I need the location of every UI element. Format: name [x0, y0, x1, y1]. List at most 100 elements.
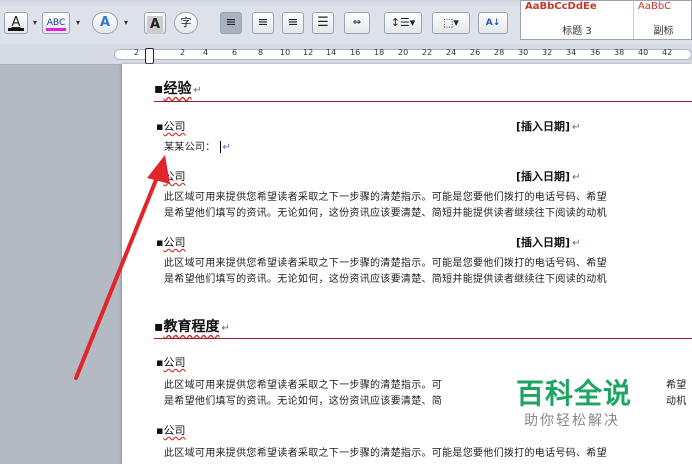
paragraph-mark: ↵	[193, 85, 202, 96]
ruler-tick-label: 14	[326, 48, 337, 57]
enclose-char-button[interactable]: 字	[174, 12, 198, 34]
ruler-tick-label: 20	[398, 48, 409, 57]
line-spacing-button[interactable]: ↕☰▾	[384, 12, 422, 34]
ruler-tick-label: 12	[303, 48, 314, 57]
ruler-tick-label: 2	[180, 48, 186, 57]
job-body-label: 某某公司：	[164, 142, 216, 153]
ruler-tick-label: 32	[542, 48, 553, 57]
align-right-button[interactable]: ≡	[282, 12, 304, 34]
job-date: [插入日期] ↵	[516, 120, 581, 133]
distributed-align-icon: ⇔	[352, 17, 362, 28]
ruler-tick-label: 24	[446, 48, 457, 57]
school-description-line: 是希望他们填写的资讯。无论如何，这份资讯应该要清楚、简	[164, 396, 443, 407]
school-description-line: 此区域可用来提供您希望读者采取之下一步骤的清楚指示。可	[164, 380, 443, 391]
section-heading-education: ▪教育程度 ↵	[154, 319, 230, 335]
distributed-align-button[interactable]: ⇔	[344, 12, 370, 34]
style-heading3-preview: AaBbCcDdEe	[525, 1, 597, 12]
section-divider	[154, 101, 692, 102]
watermark-title: 百科全说	[516, 377, 633, 410]
justify-button[interactable]: ☰	[312, 12, 334, 34]
job-company: ▪公司	[156, 170, 186, 183]
watermark-subtitle: 助你轻松解决	[524, 413, 620, 429]
job-date: [插入日期] ↵	[516, 170, 581, 183]
align-center-icon: ≡	[257, 15, 269, 30]
ruler-tick-label: 30	[518, 48, 529, 57]
school-company: ▪公司	[156, 356, 186, 369]
job-company-label: 公司	[163, 120, 186, 133]
job-description-line: 此区域可用来提供您希望读者采取之下一步骤的清楚指示。可能是您要他们拨打的电话号码…	[164, 258, 607, 269]
job-date-label: [插入日期]	[516, 236, 571, 249]
job-company-label: 公司	[163, 236, 186, 249]
style-subtitle-label: 副标	[653, 26, 674, 37]
school-description-line: 此区域可用来提供您希望读者采取之下一步骤的清楚指示。可能是您要他们拨打的电话号码…	[164, 448, 607, 459]
ribbon-toolbar: A ▾ ABC ▾ A ▾ A 字 ≡ ≡ ≡ ☰ ⇔ ↕☰▾ ⬚▾ A↓ Aa…	[0, 0, 692, 45]
borders-icon: ⬚▾	[443, 16, 459, 29]
horizontal-ruler[interactable]: 2 2 4 6 8 10 12 14 16 18 20 22 24 26 28 30 32 34 36 38 40 42	[0, 44, 692, 65]
style-subtitle[interactable]: AaBbC 副标	[634, 1, 692, 39]
ruler-tick-label: 26	[470, 48, 481, 57]
job-date-label: [插入日期]	[516, 120, 571, 133]
char-shading-glyph: A	[147, 16, 163, 34]
document-page[interactable]: ▪经验 ↵ ▪公司 [插入日期] ↵ 某某公司： ↵ ▪公司 [插入日期] ↵ 此区域可…	[122, 64, 692, 464]
job-company: ▪公司	[156, 120, 186, 133]
school-description-tail: 希望	[666, 380, 687, 391]
job-company-label: 公司	[163, 170, 186, 183]
ruler-tick-label: 34	[566, 48, 577, 57]
job-description-line: 是希望他们填写的资讯。无论如何，这份资讯应该要清楚、简短并能提供读者继续往下阅读…	[164, 274, 607, 285]
align-right-icon: ≡	[287, 15, 299, 30]
ruler-tick-label: 6	[232, 48, 238, 57]
highlight-button[interactable]: ABC	[42, 12, 70, 34]
line-spacing-icon: ↕☰▾	[390, 16, 416, 29]
font-color-swatch	[8, 28, 24, 31]
paragraph-mark: ↵	[221, 323, 230, 334]
job-company: ▪公司	[156, 236, 186, 249]
enclose-char-glyph: 字	[180, 16, 192, 29]
indent-marker-handle[interactable]	[145, 48, 154, 64]
font-color-button[interactable]: A	[4, 12, 28, 34]
highlight-dropdown-icon[interactable]: ▾	[72, 12, 84, 34]
ruler-tick-label: 36	[590, 48, 601, 57]
style-heading3[interactable]: AaBbCcDdEe 标题 3	[521, 1, 634, 39]
section-experience-title: 经验	[163, 81, 192, 97]
text-effect-glyph: A	[99, 15, 111, 30]
ruler-tick-label: 42	[662, 48, 673, 57]
job-date: [插入日期] ↵	[516, 236, 581, 249]
job-description-line: 是希望他们填写的资讯。无论如何，这份资讯应该要清楚、简短并能提供读者继续往下阅读…	[164, 208, 607, 219]
align-left-icon: ≡	[225, 15, 237, 30]
ruler-tick-label: 22	[422, 48, 433, 57]
section-education-title: 教育程度	[163, 319, 220, 335]
watermark: 百科全说 助你轻松解决	[504, 370, 664, 432]
school-description-tail: 动机	[666, 396, 687, 407]
school-company-label: 公司	[163, 424, 186, 437]
ruler-tick-label: 16	[350, 48, 361, 57]
ruler-tick-label: 40	[638, 48, 649, 57]
char-shading-button[interactable]: A	[144, 12, 166, 34]
font-color-dropdown-icon[interactable]: ▾	[29, 12, 41, 34]
align-center-button[interactable]: ≡	[252, 12, 274, 34]
ruler-tick-label: 18	[374, 48, 385, 57]
style-heading3-label: 标题 3	[562, 26, 592, 37]
job-description-line: 此区域可用来提供您希望读者采取之下一步骤的清楚指示。可能是您要他们拨打的电话号码…	[164, 192, 607, 203]
text-effect-button[interactable]: A	[92, 12, 118, 34]
section-heading-experience: ▪经验 ↵	[154, 81, 202, 97]
align-left-button[interactable]: ≡	[220, 12, 242, 34]
ruler-tick-label: 8	[258, 48, 264, 57]
highlight-swatch	[46, 28, 66, 31]
ruler-tick-label: 28	[494, 48, 505, 57]
text-cursor	[219, 141, 221, 153]
sort-button[interactable]: A↓	[478, 12, 508, 34]
job-body-text[interactable]: 某某公司： ↵	[164, 138, 231, 153]
ruler-tick-label: 10	[280, 48, 291, 57]
sort-icon: A↓	[485, 18, 501, 28]
ruler-tick-label: 2	[134, 48, 140, 57]
justify-icon: ☰	[317, 15, 329, 30]
job-date-label: [插入日期]	[516, 170, 571, 183]
styles-gallery[interactable]: AaBbCcDdEe 标题 3 AaBbC 副标	[520, 0, 692, 40]
borders-button[interactable]: ⬚▾	[432, 12, 470, 34]
school-company: ▪公司	[156, 424, 186, 437]
ruler-tick-label: 4	[203, 48, 209, 57]
text-effect-dropdown-icon[interactable]: ▾	[120, 12, 132, 34]
style-subtitle-preview: AaBbC	[638, 1, 672, 12]
section-divider	[154, 338, 692, 339]
school-company-label: 公司	[163, 356, 186, 369]
